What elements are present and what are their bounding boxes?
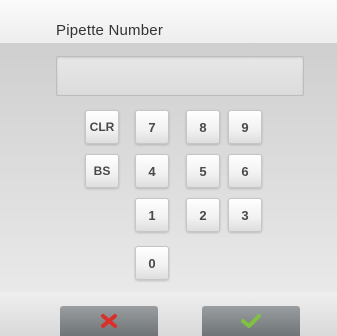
key-5[interactable]: 5: [186, 154, 220, 188]
key-7[interactable]: 7: [135, 110, 169, 144]
key-9[interactable]: 9: [228, 110, 262, 144]
header-bar: Pipette Number: [0, 0, 337, 44]
confirm-button[interactable]: [202, 306, 300, 336]
check-icon: [241, 314, 261, 328]
number-display-field[interactable]: [56, 56, 304, 96]
close-icon: [101, 314, 117, 328]
key-8[interactable]: 8: [186, 110, 220, 144]
page-title: Pipette Number: [56, 22, 164, 39]
key-1[interactable]: 1: [135, 198, 169, 232]
cancel-button[interactable]: [60, 306, 158, 336]
key-0[interactable]: 0: [135, 246, 169, 280]
key-2[interactable]: 2: [186, 198, 220, 232]
clear-button[interactable]: CLR: [85, 110, 119, 144]
key-6[interactable]: 6: [228, 154, 262, 188]
key-4[interactable]: 4: [135, 154, 169, 188]
backspace-button[interactable]: BS: [85, 154, 119, 188]
key-3[interactable]: 3: [228, 198, 262, 232]
